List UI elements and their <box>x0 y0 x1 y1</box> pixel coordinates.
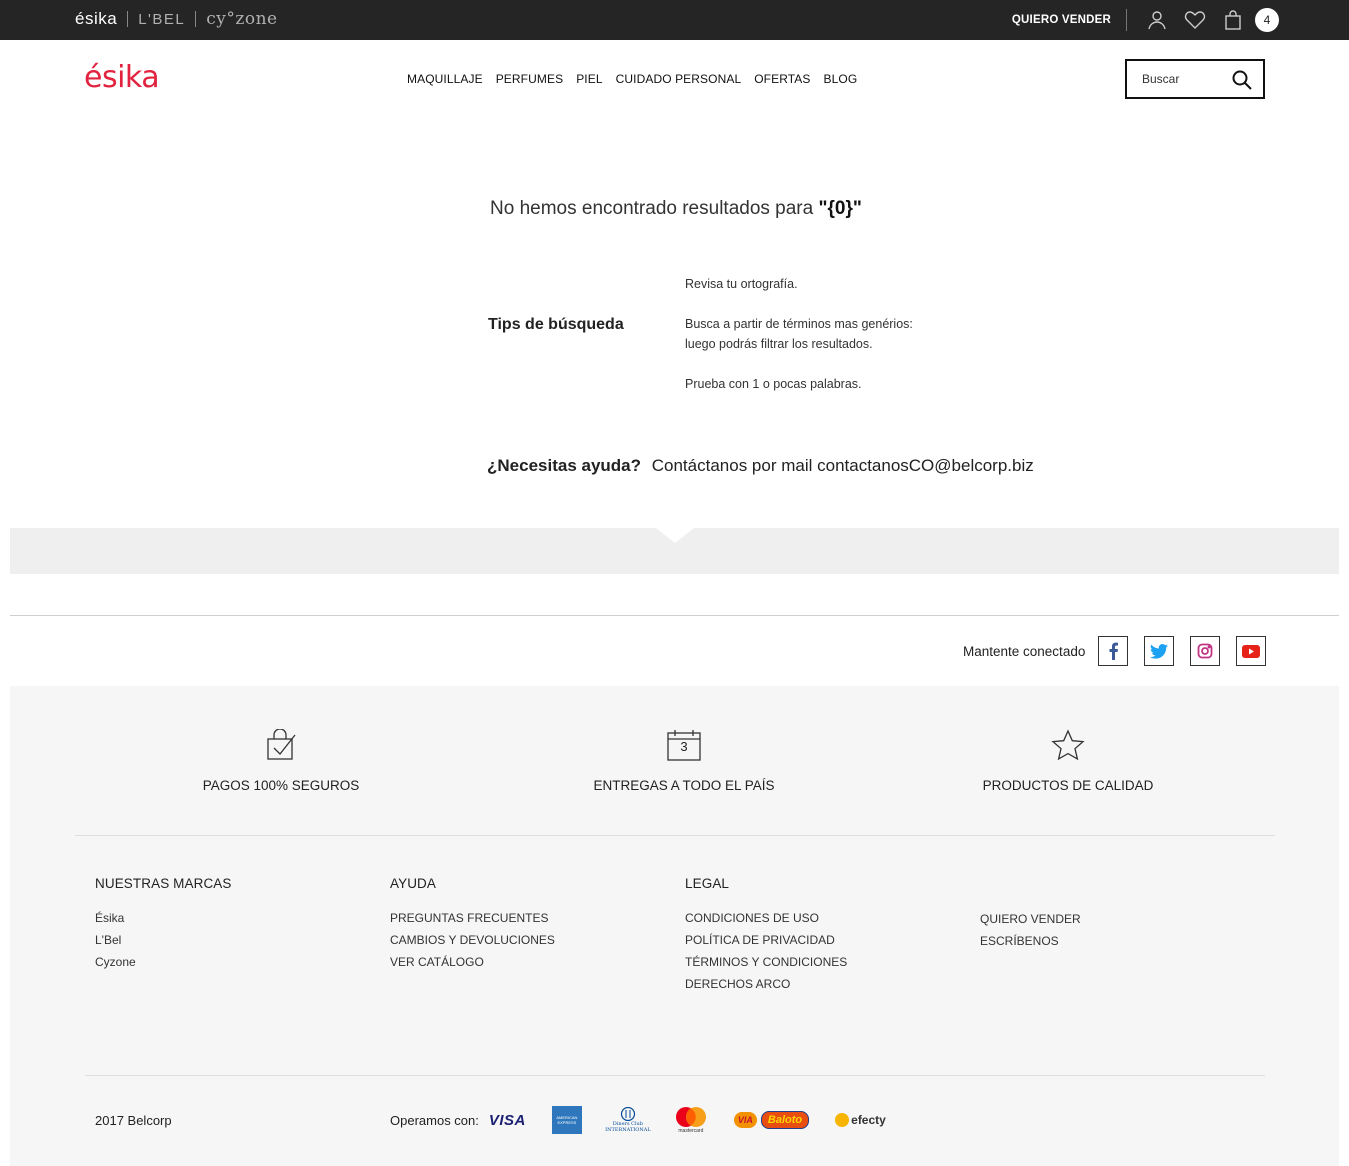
footer-column-ayuda: AYUDA PREGUNTAS FRECUENTES CAMBIOS Y DEV… <box>390 876 555 973</box>
user-icon[interactable] <box>1145 8 1169 32</box>
feature-label: PAGOS 100% SEGUROS <box>202 778 360 793</box>
help-line: ¿Necesitas ayuda? Contáctanos por mail c… <box>487 456 1034 476</box>
feature-label: PRODUCTOS DE CALIDAD <box>982 778 1154 793</box>
brand-divider <box>195 11 197 27</box>
heart-icon[interactable] <box>1183 8 1207 32</box>
nav-item-perfumes[interactable]: PERFUMES <box>496 72 563 86</box>
bag-icon[interactable] <box>1221 8 1245 32</box>
feature-label: ENTREGAS A TODO EL PAÍS <box>593 778 775 793</box>
tip-item: Prueba con 1 o pocas palabras. <box>685 377 862 391</box>
calendar-day: 3 <box>680 739 688 754</box>
footer-column-marcas: NUESTRAS MARCAS Ésika L'Bel Cyzone <box>95 876 232 973</box>
facebook-icon[interactable] <box>1098 636 1129 666</box>
social-links: Mantente conectado <box>963 636 1282 666</box>
search-box <box>1125 59 1265 99</box>
nav-item-cuidado-personal[interactable]: CUIDADO PERSONAL <box>616 72 742 86</box>
brand-switcher: ésika L'BEL cy°zone <box>75 9 278 29</box>
footer-link[interactable]: PREGUNTAS FRECUENTES <box>390 907 555 929</box>
top-bar: ésika L'BEL cy°zone QUIERO VENDER 4 <box>0 0 1349 40</box>
feature-deliveries: 3 ENTREGAS A TODO EL PAÍS <box>534 726 834 793</box>
footer-link[interactable]: Cyzone <box>95 951 232 973</box>
visa-logo: VISA <box>488 1111 526 1129</box>
main-nav: MAQUILLAJE PERFUMES PIEL CUIDADO PERSONA… <box>407 72 857 86</box>
footer-link[interactable]: CAMBIOS Y DEVOLUCIONES <box>390 929 555 951</box>
tip-item: Busca a partir de términos mas genérios: <box>685 317 913 331</box>
footer-column-title: LEGAL <box>685 876 730 891</box>
nav-item-piel[interactable]: PIEL <box>576 72 602 86</box>
no-results-text: No hemos encontrado resultados para <box>490 198 814 219</box>
divider <box>1126 9 1127 31</box>
footer-column-vender: QUIERO VENDER ESCRÍBENOS <box>980 908 1081 952</box>
footer-separator <box>85 1075 1265 1076</box>
band-notch <box>656 528 694 543</box>
help-question: ¿Necesitas ayuda? <box>487 456 642 475</box>
tip-item: Revisa tu ortografía. <box>685 277 798 291</box>
search-query: "{0}" <box>818 198 862 219</box>
footer-link[interactable]: DERECHOS ARCO <box>685 973 847 995</box>
payment-label: Operamos con: <box>390 1112 479 1128</box>
social-label: Mantente conectado <box>963 643 1086 659</box>
esika-logo[interactable]: ésika <box>84 60 160 95</box>
help-contact-link[interactable]: Contáctanos por mail contactanosCO@belco… <box>652 456 1034 475</box>
footer-column-title: AYUDA <box>390 876 437 891</box>
nav-item-ofertas[interactable]: OFERTAS <box>754 72 810 86</box>
via-logo: VIA <box>733 1112 757 1128</box>
cart-count-badge[interactable]: 4 <box>1255 8 1279 32</box>
efecty-logo: efecty <box>835 1113 886 1127</box>
amex-logo: AMERICAN EXPRESS <box>551 1106 582 1134</box>
brand-lbel-link[interactable]: L'BEL <box>138 11 185 28</box>
instagram-icon[interactable] <box>1190 636 1221 666</box>
footer-link[interactable]: POLÍTICA DE PRIVACIDAD <box>685 929 847 951</box>
footer-divider <box>10 615 1339 616</box>
mastercard-logo: mastercard <box>674 1106 708 1134</box>
copyright: 2017 Belcorp <box>95 1113 172 1128</box>
tips-title: Tips de búsqueda <box>488 316 624 333</box>
brand-divider <box>127 11 129 27</box>
star-icon <box>918 726 1218 764</box>
no-results-message: No hemos encontrado resultados para "{0}… <box>490 198 862 220</box>
footer-link[interactable]: Ésika <box>95 907 232 929</box>
top-actions: QUIERO VENDER 4 <box>1012 0 1279 40</box>
feature-quality: PRODUCTOS DE CALIDAD <box>918 726 1218 793</box>
calendar-icon: 3 <box>534 726 834 764</box>
diners-logo: Diners Club INTERNATIONAL <box>605 1107 651 1133</box>
footer-link[interactable]: ESCRÍBENOS <box>980 930 1081 952</box>
secure-bag-icon <box>131 726 431 764</box>
baloto-logo: Baloto <box>760 1111 810 1129</box>
footer-column-title: NUESTRAS MARCAS <box>95 876 232 891</box>
payment-methods: Operamos con: VISA AMERICAN EXPRESS Dine… <box>390 1106 912 1134</box>
footer-link[interactable]: L'Bel <box>95 929 232 951</box>
tip-item: luego podrás filtrar los resultados. <box>685 337 873 351</box>
footer-column-legal: LEGAL CONDICIONES DE USO POLÍTICA DE PRI… <box>685 876 847 995</box>
footer: PAGOS 100% SEGUROS 3 ENTREGAS A TODO EL … <box>10 686 1339 1166</box>
brand-esika-link[interactable]: ésika <box>75 9 117 29</box>
feature-secure-payments: PAGOS 100% SEGUROS <box>131 726 431 793</box>
quiero-vender-link[interactable]: QUIERO VENDER <box>1012 14 1111 26</box>
footer-link[interactable]: TÉRMINOS Y CONDICIONES <box>685 951 847 973</box>
footer-link[interactable]: VER CATÁLOGO <box>390 951 555 973</box>
nav-item-blog[interactable]: BLOG <box>824 72 858 86</box>
footer-separator <box>75 835 1275 836</box>
search-icon[interactable] <box>1231 69 1253 91</box>
footer-link[interactable]: CONDICIONES DE USO <box>685 907 847 929</box>
brand-cyzone-link[interactable]: cy°zone <box>206 9 277 29</box>
search-input[interactable] <box>1127 61 1227 97</box>
twitter-icon[interactable] <box>1144 636 1175 666</box>
footer-link[interactable]: QUIERO VENDER <box>980 908 1081 930</box>
youtube-icon[interactable] <box>1236 636 1267 666</box>
nav-item-maquillaje[interactable]: MAQUILLAJE <box>407 72 483 86</box>
